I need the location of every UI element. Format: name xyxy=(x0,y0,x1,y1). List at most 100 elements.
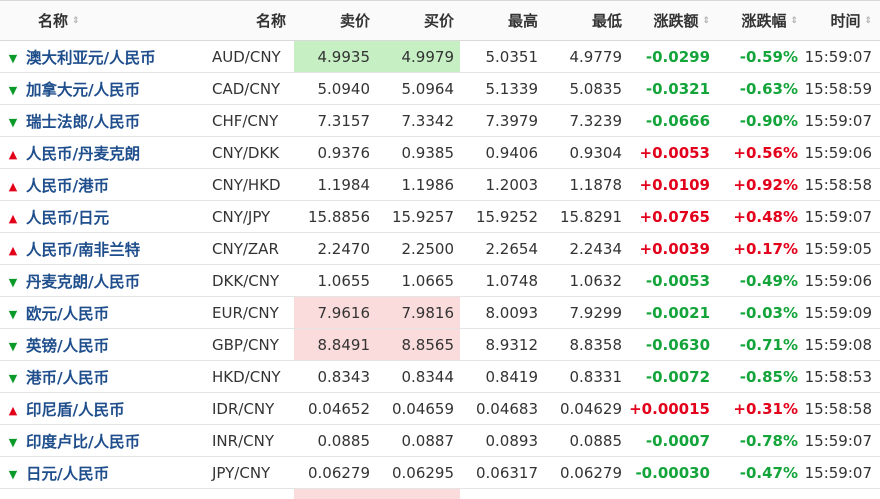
low-price: 0.06279 xyxy=(544,456,628,489)
table-row[interactable]: ▼ 丹麦克朗/人民币 DKK/CNY 1.0655 1.0665 1.0748 1.0632… xyxy=(0,264,880,297)
header-pct[interactable]: 涨跌幅 ⇕ xyxy=(716,0,804,41)
table-row[interactable]: ▼ 欧元/人民币 EUR/CNY 7.9616 7.9816 8.0093 7.9299 -0… xyxy=(0,296,880,329)
buy-price: 1.0665 xyxy=(376,264,460,297)
quote-time: 15:59:07 xyxy=(804,200,880,233)
change-amount: +0.0053 xyxy=(628,136,716,169)
pair-name-cell: 英镑/人民币 xyxy=(26,328,204,361)
header-time[interactable]: 时间 ⇕ xyxy=(804,0,880,41)
change-amount: -0.0021 xyxy=(628,296,716,329)
change-amount: -0.0321 xyxy=(628,72,716,105)
low-price: 0.9304 xyxy=(544,136,628,169)
partial-cell xyxy=(0,489,294,499)
pair-name-link[interactable]: 丹麦克朗/人民币 xyxy=(26,273,140,291)
low-price: 0.8331 xyxy=(544,360,628,393)
quote-time: 15:58:58 xyxy=(804,392,880,425)
high-price: 0.9406 xyxy=(460,136,544,169)
pair-name-link[interactable]: 人民币/丹麦克朗 xyxy=(26,145,140,163)
header-change[interactable]: 涨跌额 ⇕ xyxy=(628,0,716,41)
high-price: 0.04683 xyxy=(460,392,544,425)
trend-arrow-cell: ▼ xyxy=(0,104,26,137)
trend-arrow-cell: ▲ xyxy=(0,232,26,265)
buy-price: 0.9385 xyxy=(376,136,460,169)
sort-icon[interactable]: ⇕ xyxy=(72,17,80,26)
arrow-down-icon: ▼ xyxy=(8,275,18,289)
pair-name-link[interactable]: 人民币/日元 xyxy=(26,209,109,227)
table-row[interactable]: ▼ 日元/人民币 JPY/CNY 0.06279 0.06295 0.06317 0.062… xyxy=(0,456,880,489)
change-amount: +0.0109 xyxy=(628,168,716,201)
change-percent: +0.48% xyxy=(716,200,804,233)
pair-code: CNY/HKD xyxy=(204,168,294,201)
table-row[interactable]: ▼ 港币/人民币 HKD/CNY 0.8343 0.8344 0.8419 0.8331 -0… xyxy=(0,360,880,393)
change-amount: -0.0053 xyxy=(628,264,716,297)
header-high: 最高 xyxy=(460,0,544,41)
high-price: 0.8419 xyxy=(460,360,544,393)
pair-name-link[interactable]: 印尼盾/人民币 xyxy=(26,401,125,419)
sell-price: 4.9935 xyxy=(294,40,376,73)
table-row[interactable]: ▲ 人民币/港币 CNY/HKD 1.1984 1.1986 1.2003 1.1878 +0… xyxy=(0,168,880,201)
change-percent: -0.90% xyxy=(716,104,804,137)
sort-icon[interactable]: ⇕ xyxy=(790,17,798,26)
arrow-down-icon: ▼ xyxy=(8,307,18,321)
header-code: 名称 xyxy=(204,0,294,41)
pair-code: INR/CNY xyxy=(204,424,294,457)
pair-name-cell: 人民币/日元 xyxy=(26,200,204,233)
buy-price: 15.9257 xyxy=(376,200,460,233)
sell-price: 7.9616 xyxy=(294,296,376,329)
header-code-label: 名称 xyxy=(255,12,286,30)
pair-code: DKK/CNY xyxy=(204,264,294,297)
low-price: 0.0885 xyxy=(544,424,628,457)
low-price: 0.04629 xyxy=(544,392,628,425)
table-row[interactable]: ▼ 澳大利亚元/人民币 AUD/CNY 4.9935 4.9979 5.0351 4.977… xyxy=(0,40,880,73)
trend-arrow-cell: ▼ xyxy=(0,264,26,297)
header-low: 最低 xyxy=(544,0,628,41)
high-price: 5.1339 xyxy=(460,72,544,105)
pair-name-link[interactable]: 加拿大元/人民币 xyxy=(26,81,140,99)
pair-name-link[interactable]: 瑞士法郎/人民币 xyxy=(26,113,140,131)
pair-name-link[interactable]: 澳大利亚元/人民币 xyxy=(26,49,156,67)
table-row[interactable]: ▼ 印度卢比/人民币 INR/CNY 0.0885 0.0887 0.0893 0.0885… xyxy=(0,424,880,457)
change-percent: -0.03% xyxy=(716,296,804,329)
pair-name-link[interactable]: 港币/人民币 xyxy=(26,369,109,387)
trend-arrow-cell: ▲ xyxy=(0,136,26,169)
sort-icon[interactable]: ⇕ xyxy=(864,17,872,26)
pair-name-link[interactable]: 人民币/南非兰特 xyxy=(26,241,140,259)
change-percent: +0.56% xyxy=(716,136,804,169)
change-percent: +0.92% xyxy=(716,168,804,201)
pair-name-link[interactable]: 印度卢比/人民币 xyxy=(26,433,140,451)
arrow-down-icon: ▼ xyxy=(8,339,18,353)
pair-name-link[interactable]: 英镑/人民币 xyxy=(26,337,109,355)
pair-name-link[interactable]: 日元/人民币 xyxy=(26,465,109,483)
low-price: 15.8291 xyxy=(544,200,628,233)
quote-time: 15:58:58 xyxy=(804,168,880,201)
arrow-down-icon: ▼ xyxy=(8,51,18,65)
table-row[interactable]: ▼ 英镑/人民币 GBP/CNY 8.8491 8.8565 8.9312 8.8358 -0… xyxy=(0,328,880,361)
pair-name-cell: 瑞士法郎/人民币 xyxy=(26,104,204,137)
arrow-down-icon: ▼ xyxy=(8,435,18,449)
pair-name-cell: 欧元/人民币 xyxy=(26,296,204,329)
table-row[interactable]: ▼ 瑞士法郎/人民币 CHF/CNY 7.3157 7.3342 7.3979 7.3239… xyxy=(0,104,880,137)
header-change-label: 涨跌额 xyxy=(653,12,699,30)
change-percent: -0.49% xyxy=(716,264,804,297)
change-percent: -0.71% xyxy=(716,328,804,361)
sort-icon[interactable]: ⇕ xyxy=(702,17,710,26)
trend-arrow-cell: ▼ xyxy=(0,328,26,361)
change-amount: -0.0072 xyxy=(628,360,716,393)
table-row[interactable]: ▲ 印尼盾/人民币 IDR/CNY 0.04652 0.04659 0.04683 0.04… xyxy=(0,392,880,425)
buy-price: 7.3342 xyxy=(376,104,460,137)
trend-arrow-cell: ▼ xyxy=(0,40,26,73)
table-row[interactable]: ▼ 加拿大元/人民币 CAD/CNY 5.0940 5.0964 5.1339 5.0835… xyxy=(0,72,880,105)
table-row[interactable]: ▲ 人民币/丹麦克朗 CNY/DKK 0.9376 0.9385 0.9406 0.9304… xyxy=(0,136,880,169)
quote-time: 15:59:09 xyxy=(804,296,880,329)
buy-price: 0.04659 xyxy=(376,392,460,425)
low-price: 4.9779 xyxy=(544,40,628,73)
high-price: 8.9312 xyxy=(460,328,544,361)
table-row[interactable]: ▲ 人民币/日元 CNY/JPY 15.8856 15.9257 15.9252 15.82… xyxy=(0,200,880,233)
pair-name-link[interactable]: 人民币/港币 xyxy=(26,177,109,195)
pair-name-cell: 丹麦克朗/人民币 xyxy=(26,264,204,297)
pair-name-link[interactable]: 欧元/人民币 xyxy=(26,305,109,323)
header-name[interactable]: 名称 ⇕ xyxy=(26,0,204,41)
trend-arrow-cell: ▲ xyxy=(0,168,26,201)
quote-time: 15:59:08 xyxy=(804,328,880,361)
forex-quote-table: 名称 ⇕ 名称 卖价 买价 最高 最低 涨跌额 ⇕ 涨跌幅 ⇕ 时间 ⇕ ▼ 澳大利亚元/… xyxy=(0,0,880,499)
table-row[interactable]: ▲ 人民币/南非兰特 CNY/ZAR 2.2470 2.2500 2.2654 2.2434… xyxy=(0,232,880,265)
